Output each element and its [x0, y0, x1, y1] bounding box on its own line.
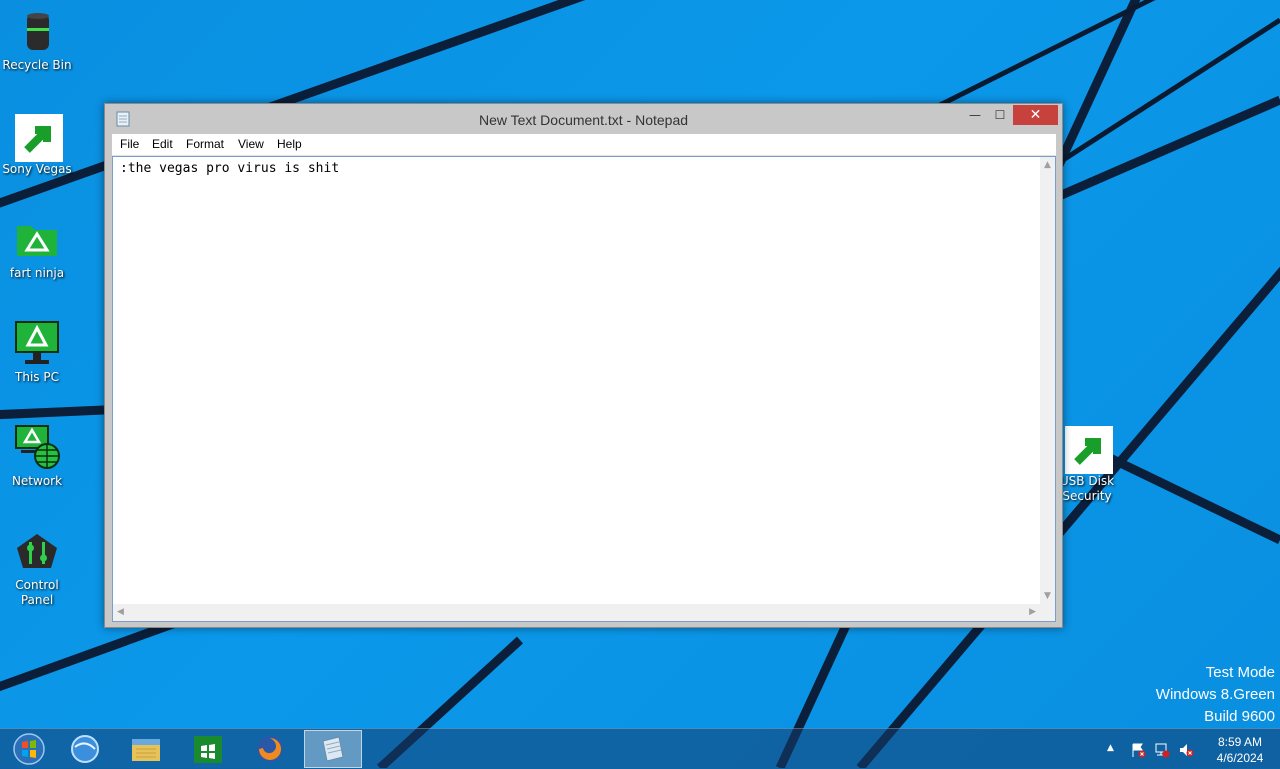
menu-help[interactable]: Help — [277, 134, 302, 155]
start-button[interactable] — [0, 730, 58, 768]
maximize-button[interactable]: ☐ — [987, 105, 1013, 125]
control-panel-icon — [13, 528, 61, 576]
taskbar-notepad[interactable] — [304, 730, 362, 768]
menu-format[interactable]: Format — [186, 134, 224, 155]
desktop-icon-label: Recycle Bin — [2, 58, 72, 72]
scroll-left-icon[interactable]: ◀ — [117, 607, 124, 617]
action-center-flag-icon[interactable] — [1130, 742, 1146, 758]
desktop-icon-recycle-bin[interactable]: Recycle Bin — [0, 8, 74, 73]
desktop-icon-label: Sony Vegas — [2, 162, 72, 176]
desktop-icon-label: This PC — [15, 370, 59, 384]
menu-edit[interactable]: Edit — [152, 134, 173, 155]
folder-icon — [13, 216, 61, 264]
desktop-icon-sony-vegas[interactable]: Sony Vegas — [0, 112, 74, 177]
title-bar[interactable]: New Text Document.txt - Notepad — ☐ ✕ — [105, 104, 1062, 134]
clock-time: 8:59 AM — [1217, 735, 1263, 749]
start-orb-icon — [13, 733, 45, 765]
close-button[interactable]: ✕ — [1013, 105, 1058, 125]
file-explorer-icon — [132, 739, 160, 761]
taskbar-firefox[interactable] — [241, 730, 299, 768]
desktop-icon-label: Network — [11, 474, 63, 488]
computer-icon — [13, 320, 61, 368]
watermark-line: Test Mode — [1205, 664, 1275, 681]
internet-explorer-icon — [71, 735, 99, 763]
vertical-scrollbar[interactable]: ▲ ▼ — [1040, 157, 1055, 604]
desktop-icon-label: fart ninja — [9, 266, 65, 280]
scroll-right-icon[interactable]: ▶ — [1029, 607, 1036, 617]
shield-icon — [1063, 424, 1113, 474]
network-icon — [13, 424, 61, 472]
menu-file[interactable]: File — [120, 134, 139, 155]
document-text[interactable]: :the vegas pro virus is shit — [120, 161, 339, 176]
menu-view[interactable]: View — [238, 134, 264, 155]
minimize-button[interactable]: — — [962, 105, 988, 125]
desktop-icon-this-pc[interactable]: This PC — [0, 320, 74, 385]
desktop-icon-fart-ninja[interactable]: fart ninja — [0, 216, 74, 281]
clock-date: 4/6/2024 — [1216, 751, 1264, 765]
recycle-bin-icon — [13, 8, 61, 56]
text-editor-area[interactable]: :the vegas pro virus is shit ▲ ▼ ◀ ▶ — [112, 156, 1056, 622]
shortcut-arrow-icon — [15, 114, 63, 162]
horizontal-scrollbar[interactable]: ◀ ▶ — [113, 604, 1040, 621]
menu-bar: File Edit Format View Help — [112, 134, 1056, 156]
system-clock[interactable]: 8:59 AM 4/6/2024 — [1205, 734, 1275, 766]
scroll-up-icon[interactable]: ▲ — [1044, 160, 1051, 170]
firefox-icon — [257, 736, 283, 762]
taskbar: ▲ 8:59 AM 4/6/2024 — [0, 728, 1280, 769]
volume-muted-icon[interactable] — [1178, 742, 1194, 758]
notepad-icon — [322, 736, 344, 762]
watermark-line: Windows 8.Green — [1155, 686, 1275, 703]
test-mode-watermark: Test Mode Windows 8.Green Build 9600 — [1156, 662, 1275, 728]
desktop-icon-network[interactable]: Network — [0, 424, 74, 489]
store-icon — [194, 736, 222, 763]
taskbar-file-explorer[interactable] — [117, 730, 175, 768]
size-grip[interactable] — [1040, 604, 1055, 621]
taskbar-internet-explorer[interactable] — [56, 730, 114, 768]
desktop-icon-label: Control Panel — [15, 578, 59, 607]
shortcut-arrow-icon — [1065, 426, 1113, 474]
network-status-icon[interactable] — [1154, 742, 1170, 758]
watermark-line: Build 9600 — [1204, 708, 1275, 725]
show-hidden-icons-button[interactable]: ▲ — [1107, 743, 1123, 759]
taskbar-store[interactable] — [179, 730, 237, 768]
scroll-down-icon[interactable]: ▼ — [1044, 591, 1051, 601]
sony-vegas-icon — [13, 112, 63, 162]
desktop-icon-control-panel[interactable]: Control Panel — [0, 528, 74, 608]
notepad-window[interactable]: New Text Document.txt - Notepad — ☐ ✕ Fi… — [104, 103, 1063, 628]
window-title: New Text Document.txt - Notepad — [478, 112, 689, 128]
